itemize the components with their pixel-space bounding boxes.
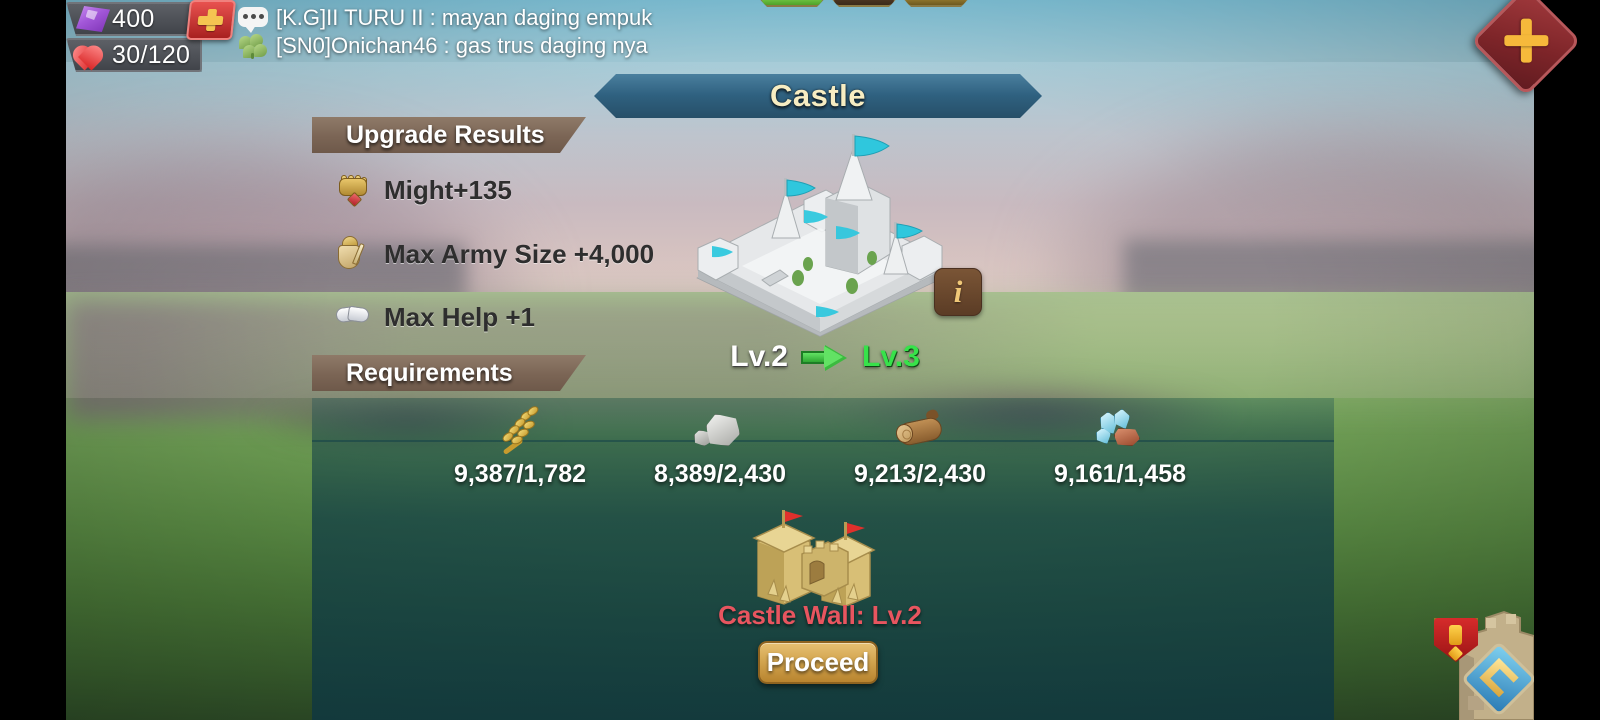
max-army-size-label: Max Army Size +4,000 (384, 238, 655, 269)
top-progress-bars (760, 0, 968, 7)
wood-log-icon (890, 404, 950, 456)
food-wheat-icon (490, 404, 550, 456)
level-upgrade-row: Lv.2 Lv.3 (720, 337, 930, 377)
progress-bar-green[interactable] (760, 0, 824, 7)
requirement-stone[interactable]: 8,389/2,430 (620, 404, 820, 489)
current-level-label: Lv.2 (730, 340, 788, 373)
letterbox-right (1534, 0, 1600, 720)
info-icon: i (953, 274, 963, 309)
upgrade-results-label: Upgrade Results (346, 120, 545, 149)
chat-feed[interactable]: [K.G]II TURU II : mayan daging empuk [SN… (236, 4, 652, 60)
handshake-icon (334, 297, 372, 337)
requirement-food-value: 9,387/1,782 (453, 460, 587, 488)
close-x-icon (1504, 35, 1549, 47)
castle-wall-image[interactable] (752, 508, 884, 607)
might-label: Might+135 (384, 174, 512, 205)
gem-glyph-icon (1479, 658, 1519, 698)
progress-bar-olive[interactable] (904, 0, 968, 7)
requirement-wood[interactable]: 9,213/2,430 (820, 404, 1020, 489)
proceed-button-label: Proceed (766, 647, 870, 677)
castle-isometric-icon (696, 134, 944, 337)
stone-icon (690, 404, 750, 456)
max-help-label: Max Help +1 (384, 301, 536, 332)
game-screen: 400 30/120 [K.G]II TURU II : mayan dagin… (0, 0, 1600, 720)
requirement-food[interactable]: 9,387/1,782 (420, 404, 620, 489)
chat-message[interactable]: [SN0]Onichan46 : gas trus daging nya (236, 32, 652, 60)
hp-value: 30/120 (112, 40, 191, 69)
exclamation-icon (1449, 625, 1462, 645)
info-button[interactable]: i (934, 268, 982, 316)
chat-message[interactable]: [K.G]II TURU II : mayan daging empuk (236, 4, 653, 33)
chat-message-text: [K.G]II TURU II : mayan daging empuk (276, 5, 653, 30)
requirements-label: Requirements (346, 358, 513, 387)
heart-icon (69, 41, 108, 72)
castle-wall-gate-icon (752, 510, 876, 607)
fist-icon (334, 170, 372, 210)
clover-icon (236, 34, 270, 59)
alert-shield-badge[interactable] (1432, 616, 1480, 668)
requirement-wood-value: 9,213/2,430 (853, 460, 987, 488)
letterbox-left (0, 0, 66, 720)
plus-icon-horizontal (197, 16, 224, 25)
progress-bar-dark[interactable] (832, 0, 896, 7)
requirement-stone-value: 8,389/2,430 (653, 460, 787, 488)
castle-building-image[interactable] (676, 128, 964, 344)
upgrade-result-row: Max Help +1 (334, 297, 535, 337)
requirement-ore[interactable]: 9,161/1,458 (1020, 404, 1220, 489)
ore-crystal-icon (1090, 404, 1150, 456)
upgrade-result-row: Max Army Size +4,000 (334, 234, 654, 274)
requirements-list: 9,387/1,782 8,389/2,430 9,213/2,430 9,16… (420, 404, 1220, 489)
add-gems-button[interactable] (185, 0, 237, 40)
next-level-label: Lv.3 (862, 340, 920, 373)
army-shield-icon (334, 234, 372, 274)
proceed-button[interactable]: Proceed (758, 641, 878, 684)
requirements-header: Requirements (312, 355, 586, 391)
castle-wall-label: Castle Wall: Lv.2 (718, 600, 922, 630)
speech-bubble-icon (236, 6, 270, 33)
upgrade-results-header: Upgrade Results (312, 117, 586, 153)
chat-message-text: [SN0]Onichan46 : gas trus daging nya (276, 33, 648, 58)
page-title-text: Castle (769, 78, 867, 113)
page-title: Castle (594, 74, 1042, 118)
upgrade-result-row: Might+135 (334, 170, 512, 210)
gem-count-value: 400 (112, 4, 155, 33)
arrow-right-icon (801, 345, 849, 371)
corner-tower-badges[interactable] (1424, 600, 1534, 720)
requirement-ore-value: 9,161/1,458 (1053, 460, 1187, 488)
